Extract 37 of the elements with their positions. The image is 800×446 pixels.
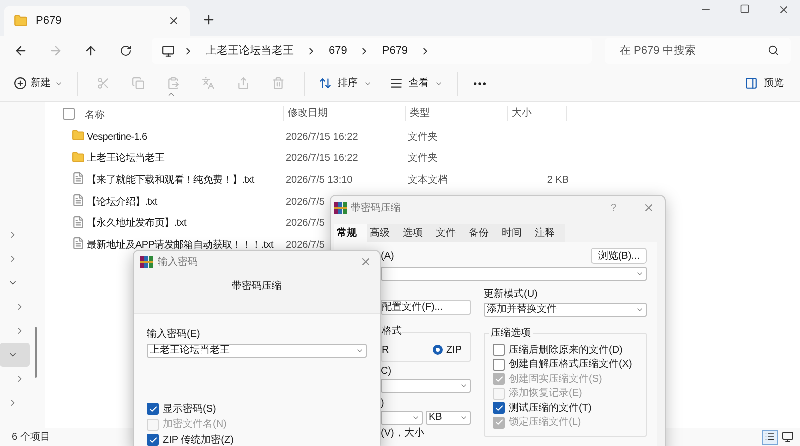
modified-date: 2026/7/5 13:10 <box>286 174 353 186</box>
field-label: (V)，大小 <box>381 428 426 440</box>
field-label: C) <box>381 366 393 378</box>
checkbox-label: 创建自解压格式压缩文件(X) <box>509 358 632 372</box>
file-name: 上老王论坛当老王 <box>87 153 165 164</box>
file-name: Vespertine-1.6 <box>87 132 148 143</box>
file-name: 【来了就能下载和观看！纯免费！】.txt <box>87 174 254 186</box>
tab-title: P679 <box>36 14 63 29</box>
field-label: 输入密码(E) <box>147 328 202 342</box>
field-label: (A) <box>381 250 394 264</box>
dialog-title: 输入密码 <box>158 256 199 270</box>
checkbox-label: 测试压缩的文件(T) <box>509 402 592 416</box>
checkbox-label: 创建固实压缩文件(S) <box>509 372 602 387</box>
file-name: 【论坛介绍】.txt <box>87 196 158 208</box>
file-name: 最新地址及APP请发邮箱自动获取！！！.txt <box>87 240 274 251</box>
checkbox-label: ZIP 传统加密(Z) <box>163 434 234 446</box>
field-label: 更新模式(U) <box>484 288 539 302</box>
modified-date: 2026/7/5 <box>286 240 325 251</box>
checkbox-label: 添加恢复记录(E) <box>509 386 582 402</box>
field-label: ) <box>381 398 386 410</box>
modified-date: 2026/7/5 <box>286 218 325 230</box>
dialog-title: 带密码压缩 <box>351 202 402 216</box>
modified-date: 2026/7/5 <box>286 196 325 208</box>
checkbox-label: 加密文件名(N) <box>163 418 227 432</box>
checkbox-label: 显示密码(S) <box>163 402 216 417</box>
modified-date: 2026/7/15 16:22 <box>286 132 358 143</box>
dialog-heading: 带密码压缩 <box>232 280 282 294</box>
checkbox-label: 锁定压缩文件(L) <box>509 416 582 430</box>
file-name: 【永久地址发布页】.txt <box>87 218 186 230</box>
modified-date: 2026/7/15 16:22 <box>286 153 358 164</box>
file-type: 文本文档 <box>408 174 448 186</box>
checkbox-label: 压缩后删除原来的文件(D) <box>509 344 623 358</box>
file-type: 文件夹 <box>408 153 438 164</box>
file-size: 2 KB <box>547 174 569 186</box>
item-count: 6 个项目 <box>12 430 50 444</box>
file-type: 文件夹 <box>408 132 438 143</box>
radio-label: R <box>382 344 390 358</box>
